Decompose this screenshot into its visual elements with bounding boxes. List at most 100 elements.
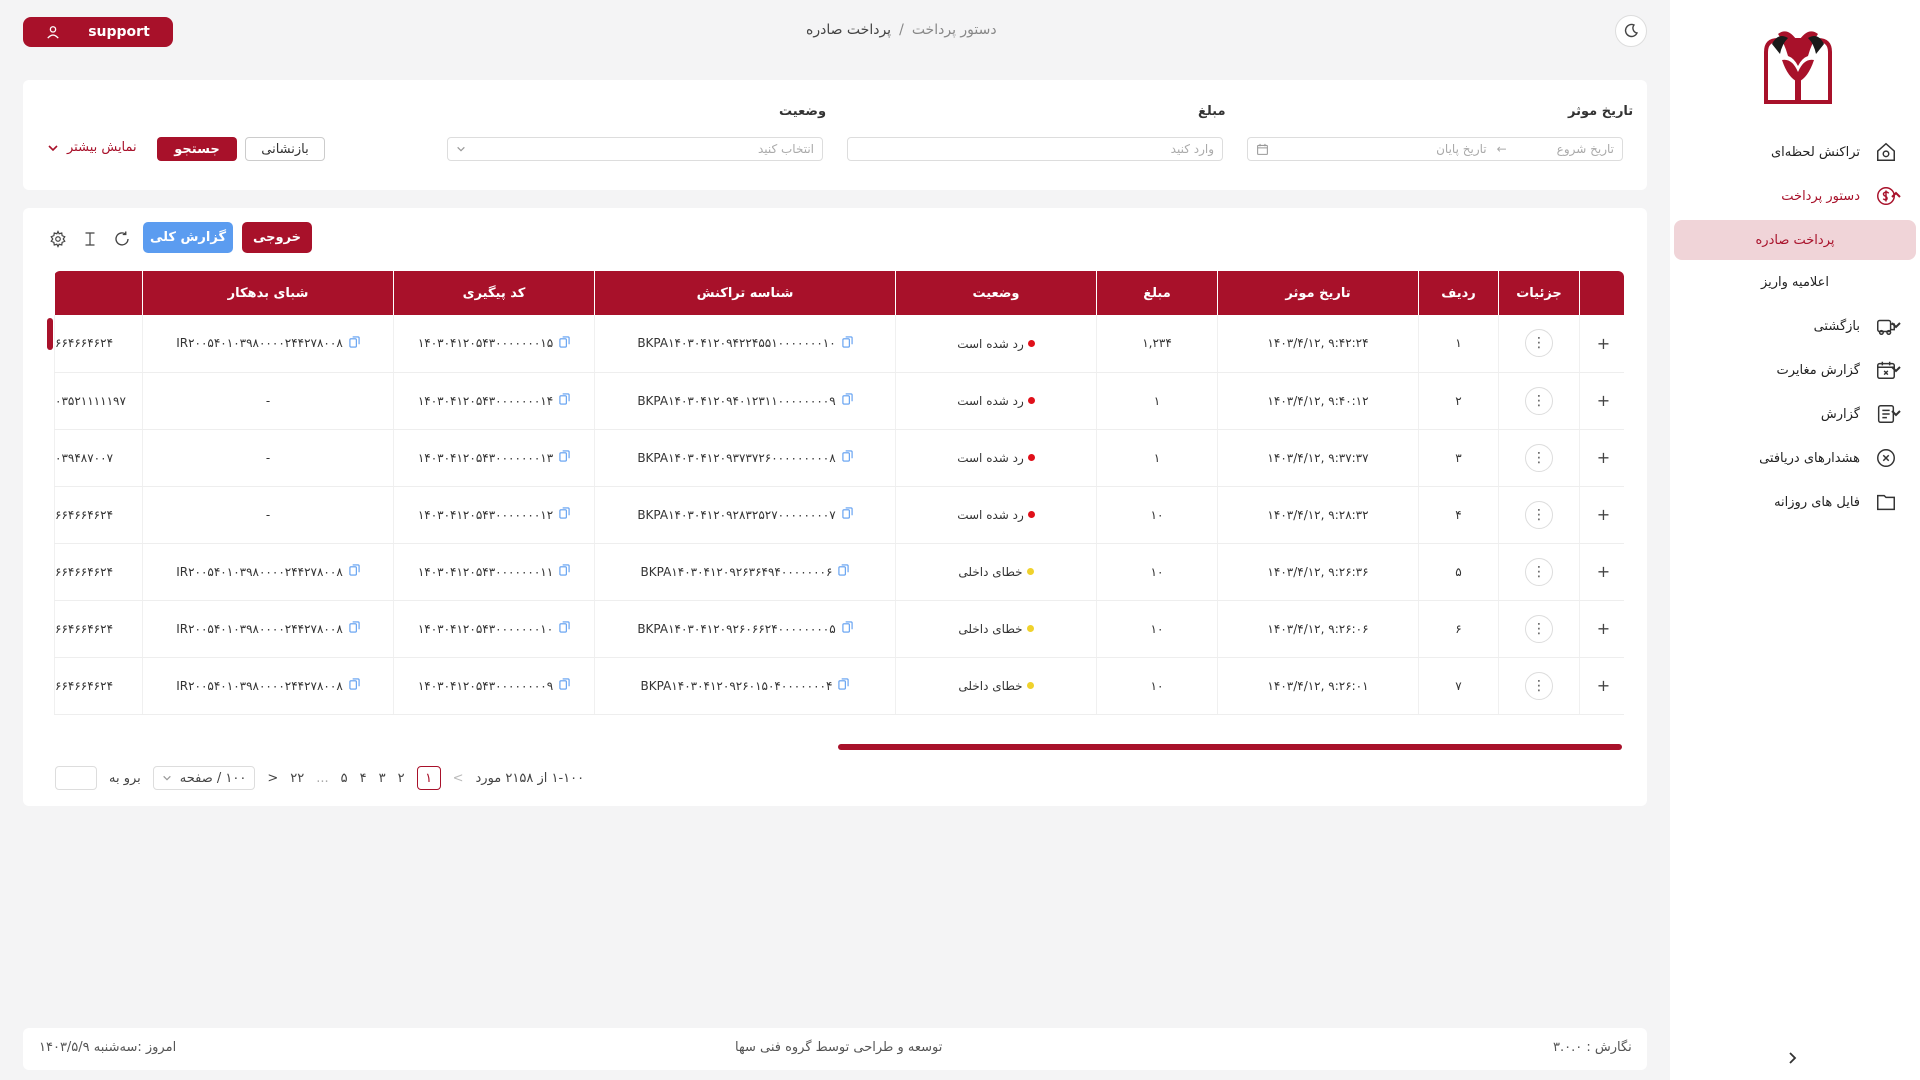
txid-value: BKPA۱۴۰۳۰۴۱۲۰۹۲۶۳۶۴۹۴۰۰۰۰۰۰۰۶ — [640, 564, 833, 579]
more-options-icon[interactable]: ⋮ — [1525, 557, 1553, 586]
copy-icon[interactable] — [842, 336, 853, 351]
payments-table: شبای بدهکار کد پیگیری شناسه تراکنش وضعیت مبل… — [54, 271, 1624, 715]
calendar-icon — [1256, 143, 1269, 156]
status-value: خطای داخلی — [958, 564, 1023, 579]
table-horizontal-scrollbar[interactable] — [838, 744, 1622, 750]
home-icon — [1874, 140, 1898, 164]
date-end-placeholder: تاریخ پایان — [1436, 142, 1487, 156]
theme-toggle-button[interactable] — [1615, 15, 1647, 47]
more-options-icon[interactable]: ⋮ — [1525, 671, 1553, 700]
page-1[interactable]: ۱ — [416, 766, 441, 790]
expand-row-icon[interactable]: + — [1597, 676, 1610, 695]
expand-row-icon[interactable]: + — [1597, 562, 1610, 581]
support-button[interactable]: support — [23, 17, 173, 47]
page-ellipsis[interactable]: ... — [316, 771, 328, 786]
expand-row-icon[interactable]: + — [1597, 505, 1610, 524]
copy-icon[interactable] — [842, 507, 853, 522]
sidebar-item-realtime-transactions[interactable]: تراکنش لحظه‌ای — [1670, 130, 1920, 174]
expand-row-icon[interactable]: + — [1597, 619, 1610, 638]
more-options-icon[interactable]: ⋮ — [1525, 386, 1553, 415]
cell-tracking: ۱۴۰۳۰۴۱۲۰۵۴۳۰۰۰۰۰۰۰۱۳ — [393, 429, 595, 487]
amount-value: ۱۰ — [1150, 678, 1164, 693]
sidebar-item-discrepancy-report[interactable]: گزارش مغایرت — [1670, 348, 1920, 392]
more-options-icon[interactable]: ⋮ — [1525, 443, 1553, 472]
copy-icon[interactable] — [559, 507, 570, 522]
copy-icon[interactable] — [349, 621, 360, 636]
row-number: ۳ — [1455, 450, 1462, 465]
refresh-icon[interactable] — [113, 230, 131, 248]
arrow-left-icon: ← — [1496, 142, 1507, 156]
copy-icon[interactable] — [559, 678, 570, 693]
sidebar-item-returns[interactable]: بازگشتی — [1670, 304, 1920, 348]
moon-icon — [1623, 23, 1639, 39]
extra-value: ۰۳۹۴۸۷۰۰۷ — [55, 450, 114, 465]
breadcrumb-parent[interactable]: دستور پرداخت — [912, 22, 997, 38]
copy-icon[interactable] — [838, 564, 850, 579]
sidebar-item-label: گزارش — [1820, 406, 1860, 422]
extra-value: ۶۶۴۶۶۴۶۲۴ — [55, 507, 114, 522]
copy-icon[interactable] — [559, 621, 570, 636]
sidebar-subitem-deposit-notice[interactable]: اعلامیه واریز — [1674, 262, 1916, 302]
col-header-date: تاریخ موثر — [1217, 271, 1419, 315]
expand-row-icon[interactable]: + — [1597, 448, 1610, 467]
txid-value: BKPA۱۴۰۳۰۴۱۲۰۹۴۲۲۴۵۵۱۰۰۰۰۰۰۰۱۰ — [637, 336, 836, 351]
expand-row-icon[interactable]: + — [1597, 391, 1610, 410]
more-options-icon[interactable]: ⋮ — [1525, 500, 1553, 529]
next-page-button[interactable]: > — [267, 771, 278, 786]
reset-button[interactable]: بازنشانی — [245, 137, 325, 161]
sidebar-item-received-alerts[interactable]: هشدارهای دریافتی — [1670, 436, 1920, 480]
sidebar-collapse-icon[interactable] — [1784, 1050, 1800, 1066]
extra-value: ۶۶۴۶۶۴۶۲۴ — [55, 336, 114, 351]
folder-icon — [1874, 490, 1898, 514]
prev-page-button[interactable]: < — [453, 771, 464, 786]
summary-report-button[interactable]: گزارش کلی — [143, 222, 233, 253]
goto-page-input[interactable] — [55, 766, 97, 790]
iban-value: IR۲۰۰۵۴۰۱۰۳۹۸۰۰۰۰۲۴۴۲۷۸۰۰۸ — [176, 678, 343, 693]
sidebar-subitem-outgoing-payment[interactable]: پرداخت صادره — [1674, 220, 1916, 260]
copy-icon[interactable] — [349, 564, 360, 579]
export-button[interactable]: خروجی — [242, 222, 312, 253]
sidebar-item-report[interactable]: گزارش — [1670, 392, 1920, 436]
copy-icon[interactable] — [842, 621, 853, 636]
search-button[interactable]: جستجو — [157, 137, 237, 161]
sidebar-nav: تراکنش لحظه‌ای دستور پرداخت پرداخت صادره… — [1670, 130, 1920, 524]
cell-details: ⋮ — [1498, 657, 1580, 715]
copy-icon[interactable] — [842, 393, 853, 408]
sidebar-item-daily-files[interactable]: فایل های روزانه — [1670, 480, 1920, 524]
cell-iban: - — [142, 429, 394, 487]
page-size-select[interactable]: ۱۰۰ / صفحه — [152, 766, 256, 790]
expand-row-icon[interactable]: + — [1597, 334, 1610, 353]
copy-icon[interactable] — [349, 678, 360, 693]
page-3[interactable]: ۳ — [379, 771, 386, 786]
show-more-button[interactable]: نمایش بیشتر — [47, 140, 137, 155]
more-options-icon[interactable]: ⋮ — [1525, 614, 1553, 643]
page-22[interactable]: ۲۲ — [290, 771, 304, 786]
copy-icon[interactable] — [838, 678, 850, 693]
tracking-value: ۱۴۰۳۰۴۱۲۰۵۴۳۰۰۰۰۰۰۰۱۵ — [417, 336, 554, 351]
status-value: خطای داخلی — [958, 621, 1023, 636]
amount-input[interactable]: وارد کنید — [847, 137, 1223, 161]
date-range-input[interactable]: تاریخ شروع ← تاریخ پایان — [1247, 137, 1623, 161]
copy-icon[interactable] — [559, 564, 570, 579]
more-options-icon[interactable]: ⋮ — [1525, 329, 1553, 358]
page-2[interactable]: ۲ — [398, 771, 405, 786]
page-5[interactable]: ۵ — [341, 771, 348, 786]
status-select[interactable]: انتخاب کنید — [447, 137, 823, 161]
col-header-row: ردیف — [1418, 271, 1499, 315]
sidebar-item-payment-order[interactable]: دستور پرداخت — [1670, 174, 1920, 218]
cell-txid: BKPA۱۴۰۳۰۴۱۲۰۹۴۲۲۴۵۵۱۰۰۰۰۰۰۰۱۰ — [594, 315, 896, 373]
amount-value: ۱۰ — [1150, 621, 1164, 636]
cell-date: ۱۴۰۳/۴/۱۲, ۹:۲۶:۰۱ — [1217, 657, 1419, 715]
copy-icon[interactable] — [559, 336, 570, 351]
copy-icon[interactable] — [842, 450, 853, 465]
table-vertical-scrollbar[interactable] — [47, 318, 53, 350]
cell-date: ۱۴۰۳/۴/۱۲, ۹:۲۶:۰۶ — [1217, 600, 1419, 658]
text-height-icon[interactable] — [81, 230, 99, 248]
breadcrumb-separator: / — [899, 22, 904, 38]
settings-gear-icon[interactable] — [49, 230, 67, 248]
date-filter-label: تاریخ موثر — [1568, 104, 1634, 119]
copy-icon[interactable] — [559, 393, 570, 408]
page-4[interactable]: ۴ — [360, 771, 367, 786]
copy-icon[interactable] — [349, 336, 360, 351]
copy-icon[interactable] — [559, 450, 570, 465]
